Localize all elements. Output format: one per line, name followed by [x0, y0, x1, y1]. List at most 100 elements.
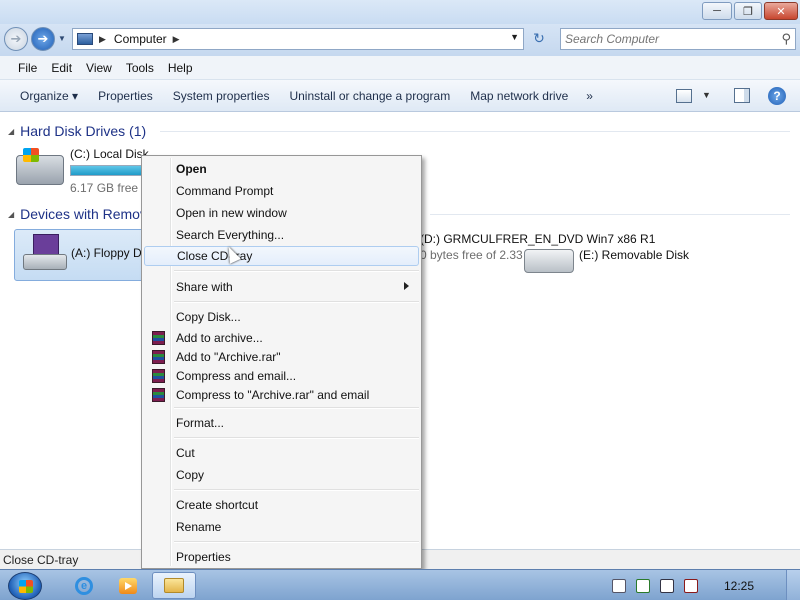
forward-button[interactable]: ➔: [31, 27, 55, 51]
ctx-add-to-archive-rar[interactable]: Add to "Archive.rar": [144, 347, 419, 367]
winrar-icon: [152, 388, 165, 402]
maximize-button[interactable]: ❐: [734, 2, 762, 20]
ctx-separator: [174, 270, 419, 272]
map-network-drive-button[interactable]: Map network drive: [460, 89, 578, 103]
ctx-close-cd-tray[interactable]: Close CD-tray: [144, 246, 419, 266]
taskbar-media-player[interactable]: [106, 572, 150, 599]
organize-button[interactable]: Organize ▾: [10, 89, 88, 103]
ctx-label: Command Prompt: [176, 184, 274, 198]
menu-edit[interactable]: Edit: [51, 61, 72, 75]
collapse-triangle-icon[interactable]: ◢: [8, 127, 14, 136]
ctx-label: Add to "Archive.rar": [176, 350, 281, 364]
explorer-folder-icon: [164, 578, 184, 593]
maximize-icon: ❐: [743, 5, 753, 18]
ctx-search-everything[interactable]: Search Everything...: [144, 225, 419, 245]
ctx-label: Compress and email...: [176, 369, 297, 383]
view-options-dropdown-icon[interactable]: ▼: [702, 90, 711, 100]
menu-tools[interactable]: Tools: [126, 61, 154, 75]
ctx-open-new-window[interactable]: Open in new window: [144, 203, 419, 223]
ctx-copy-disk[interactable]: Copy Disk...: [144, 307, 419, 327]
submenu-arrow-icon: [404, 282, 409, 290]
ctx-format[interactable]: Format...: [144, 413, 419, 433]
ctx-label: Properties: [176, 550, 231, 564]
computer-icon: [77, 33, 93, 45]
minimize-button[interactable]: ─: [702, 2, 732, 20]
group-divider: [160, 131, 790, 132]
menu-bar: File Edit View Tools Help: [0, 56, 800, 80]
menu-view[interactable]: View: [86, 61, 112, 75]
ctx-label: Copy Disk...: [176, 310, 241, 324]
recent-pages-dropdown[interactable]: ▼: [58, 34, 66, 43]
back-arrow-icon: ➔: [10, 31, 22, 46]
ctx-label: Compress to "Archive.rar" and email: [176, 388, 370, 402]
group-header-hard-disk[interactable]: ◢ Hard Disk Drives (1): [8, 121, 146, 141]
system-properties-button[interactable]: System properties: [163, 89, 280, 103]
taskbar-internet-explorer[interactable]: e: [62, 572, 106, 599]
preview-pane-icon[interactable]: [734, 88, 750, 103]
address-row: ➔ ➔ ▼ ▶ Computer ▶ ▼ ↻ ⚲: [0, 24, 800, 56]
ctx-compress-email[interactable]: Compress and email...: [144, 366, 419, 386]
back-button[interactable]: ➔: [4, 27, 28, 51]
context-menu: Open Command Prompt Open in new window S…: [141, 155, 422, 569]
ctx-rename[interactable]: Rename: [144, 517, 419, 537]
system-tray: [612, 570, 708, 600]
clock[interactable]: 12:25: [724, 579, 754, 593]
more-commands-button[interactable]: »: [578, 89, 601, 103]
breadcrumb-separator-icon[interactable]: ▶: [99, 34, 106, 45]
ctx-label: Open: [176, 162, 207, 176]
windows-logo-icon: [19, 580, 33, 593]
close-button[interactable]: ✕: [764, 2, 798, 20]
ctx-label: Rename: [176, 520, 222, 534]
refresh-button[interactable]: ↻: [528, 30, 550, 50]
ctx-create-shortcut[interactable]: Create shortcut: [144, 495, 419, 515]
uninstall-program-button[interactable]: Uninstall or change a program: [279, 89, 460, 103]
drive-label: (C:) Local Disk: [70, 147, 149, 161]
group-title: Hard Disk Drives (1): [20, 123, 147, 139]
windows-logo-icon: [23, 148, 39, 162]
change-view-icon[interactable]: [676, 89, 692, 103]
menu-file[interactable]: File: [18, 61, 37, 75]
collapse-triangle-icon[interactable]: ◢: [8, 210, 14, 219]
removable-disk-icon[interactable]: [524, 249, 574, 273]
address-dropdown-icon[interactable]: ▼: [510, 32, 519, 42]
menu-help[interactable]: Help: [168, 61, 193, 75]
ctx-label: Close CD-tray: [177, 249, 253, 263]
search-box[interactable]: ⚲: [560, 28, 796, 50]
action-center-flag-icon[interactable]: [636, 578, 650, 593]
ctx-label: Copy: [176, 468, 205, 482]
show-desktop-button[interactable]: [786, 570, 800, 600]
ctx-label: Search Everything...: [176, 228, 285, 242]
ctx-separator: [174, 437, 419, 439]
ctx-properties[interactable]: Properties: [144, 547, 419, 567]
ctx-add-to-archive[interactable]: Add to archive...: [144, 328, 419, 348]
taskbar: e 12:25: [0, 569, 800, 600]
search-input[interactable]: [565, 32, 765, 46]
ctx-command-prompt[interactable]: Command Prompt: [144, 181, 419, 201]
ctx-share-with[interactable]: Share with: [144, 277, 419, 297]
breadcrumb-computer[interactable]: Computer: [114, 32, 167, 46]
ctx-compress-archive-email[interactable]: Compress to "Archive.rar" and email: [144, 385, 419, 405]
ctx-separator: [174, 489, 419, 491]
network-icon[interactable]: [660, 578, 674, 593]
properties-button[interactable]: Properties: [88, 89, 163, 103]
winrar-icon: [152, 350, 165, 364]
forward-arrow-icon: ➔: [37, 31, 49, 46]
group-divider: [430, 214, 790, 215]
ctx-separator: [174, 301, 419, 303]
search-icon[interactable]: ⚲: [781, 31, 791, 47]
ctx-copy[interactable]: Copy: [144, 465, 419, 485]
breadcrumb-chevron-icon[interactable]: ▶: [173, 34, 180, 45]
drive-label-d[interactable]: (D:) GRMCULFRER_EN_DVD Win7 x86 R1: [420, 232, 655, 246]
drive-label-e[interactable]: (E:) Removable Disk: [579, 248, 689, 262]
start-button[interactable]: [8, 572, 42, 600]
close-icon: ✕: [776, 5, 786, 18]
notification-document-icon[interactable]: [612, 578, 626, 593]
ctx-open[interactable]: Open: [144, 159, 419, 179]
volume-muted-icon[interactable]: [684, 578, 698, 593]
floppy-drive-icon: [23, 234, 67, 274]
ctx-label: Share with: [176, 280, 233, 294]
ctx-cut[interactable]: Cut: [144, 443, 419, 463]
taskbar-explorer[interactable]: [152, 572, 196, 599]
address-bar[interactable]: ▶ Computer ▶ ▼: [72, 28, 524, 50]
help-icon[interactable]: ?: [768, 87, 786, 105]
